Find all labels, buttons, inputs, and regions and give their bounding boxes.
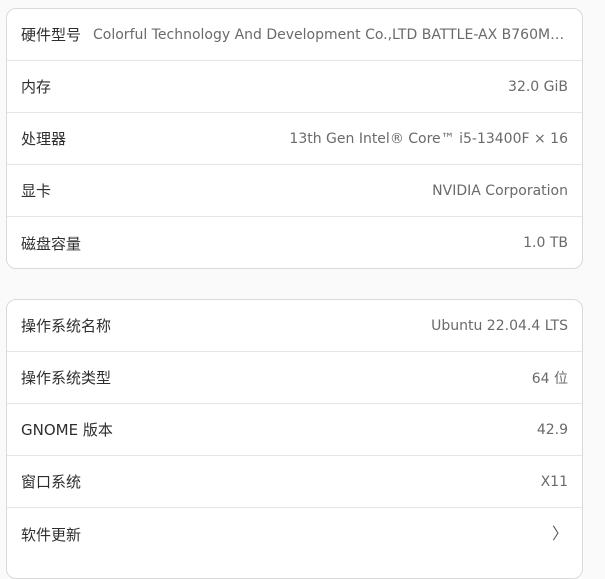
- software-updates-label: 软件更新: [21, 525, 82, 544]
- software-updates-row[interactable]: 软件更新 〉: [7, 508, 582, 560]
- hardware-model-value: Colorful Technology And Development Co.,…: [93, 26, 568, 43]
- graphics-row: 显卡 NVIDIA Corporation: [7, 165, 582, 217]
- processor-row: 处理器 13th Gen Intel® Core™ i5-13400F × 16: [7, 113, 582, 165]
- graphics-value: NVIDIA Corporation: [432, 182, 568, 199]
- processor-label: 处理器: [21, 130, 67, 148]
- windowing-system-row: 窗口系统 X11: [7, 456, 582, 508]
- os-type-row: 操作系统类型 64 位: [7, 352, 582, 404]
- os-name-row: 操作系统名称 Ubuntu 22.04.4 LTS: [7, 300, 582, 352]
- memory-row: 内存 32.0 GiB: [7, 61, 582, 113]
- processor-value: 13th Gen Intel® Core™ i5-13400F × 16: [289, 130, 568, 147]
- os-type-value: 64 位: [531, 370, 568, 387]
- os-type-label: 操作系统类型: [21, 369, 112, 387]
- hardware-model-label: 硬件型号: [21, 26, 82, 44]
- gnome-version-row: GNOME 版本 42.9: [7, 404, 582, 456]
- graphics-label: 显卡: [21, 182, 52, 200]
- disk-capacity-label: 磁盘容量: [21, 234, 82, 253]
- software-info-card: 操作系统名称 Ubuntu 22.04.4 LTS 操作系统类型 64 位 GN…: [6, 299, 583, 579]
- memory-label: 内存: [21, 78, 52, 96]
- hardware-info-card: 硬件型号 Colorful Technology And Development…: [6, 8, 583, 269]
- disk-capacity-row: 磁盘容量 1.0 TB: [7, 217, 582, 268]
- os-name-label: 操作系统名称: [21, 317, 112, 335]
- hardware-model-row: 硬件型号 Colorful Technology And Development…: [7, 9, 582, 61]
- disk-capacity-value: 1.0 TB: [523, 235, 568, 251]
- os-name-value: Ubuntu 22.04.4 LTS: [431, 317, 568, 334]
- chevron-right-icon: 〉: [551, 524, 568, 543]
- memory-value: 32.0 GiB: [508, 78, 568, 95]
- windowing-system-label: 窗口系统: [21, 473, 82, 491]
- windowing-system-value: X11: [540, 473, 568, 490]
- gnome-version-label: GNOME 版本: [21, 421, 113, 439]
- gnome-version-value: 42.9: [536, 421, 568, 438]
